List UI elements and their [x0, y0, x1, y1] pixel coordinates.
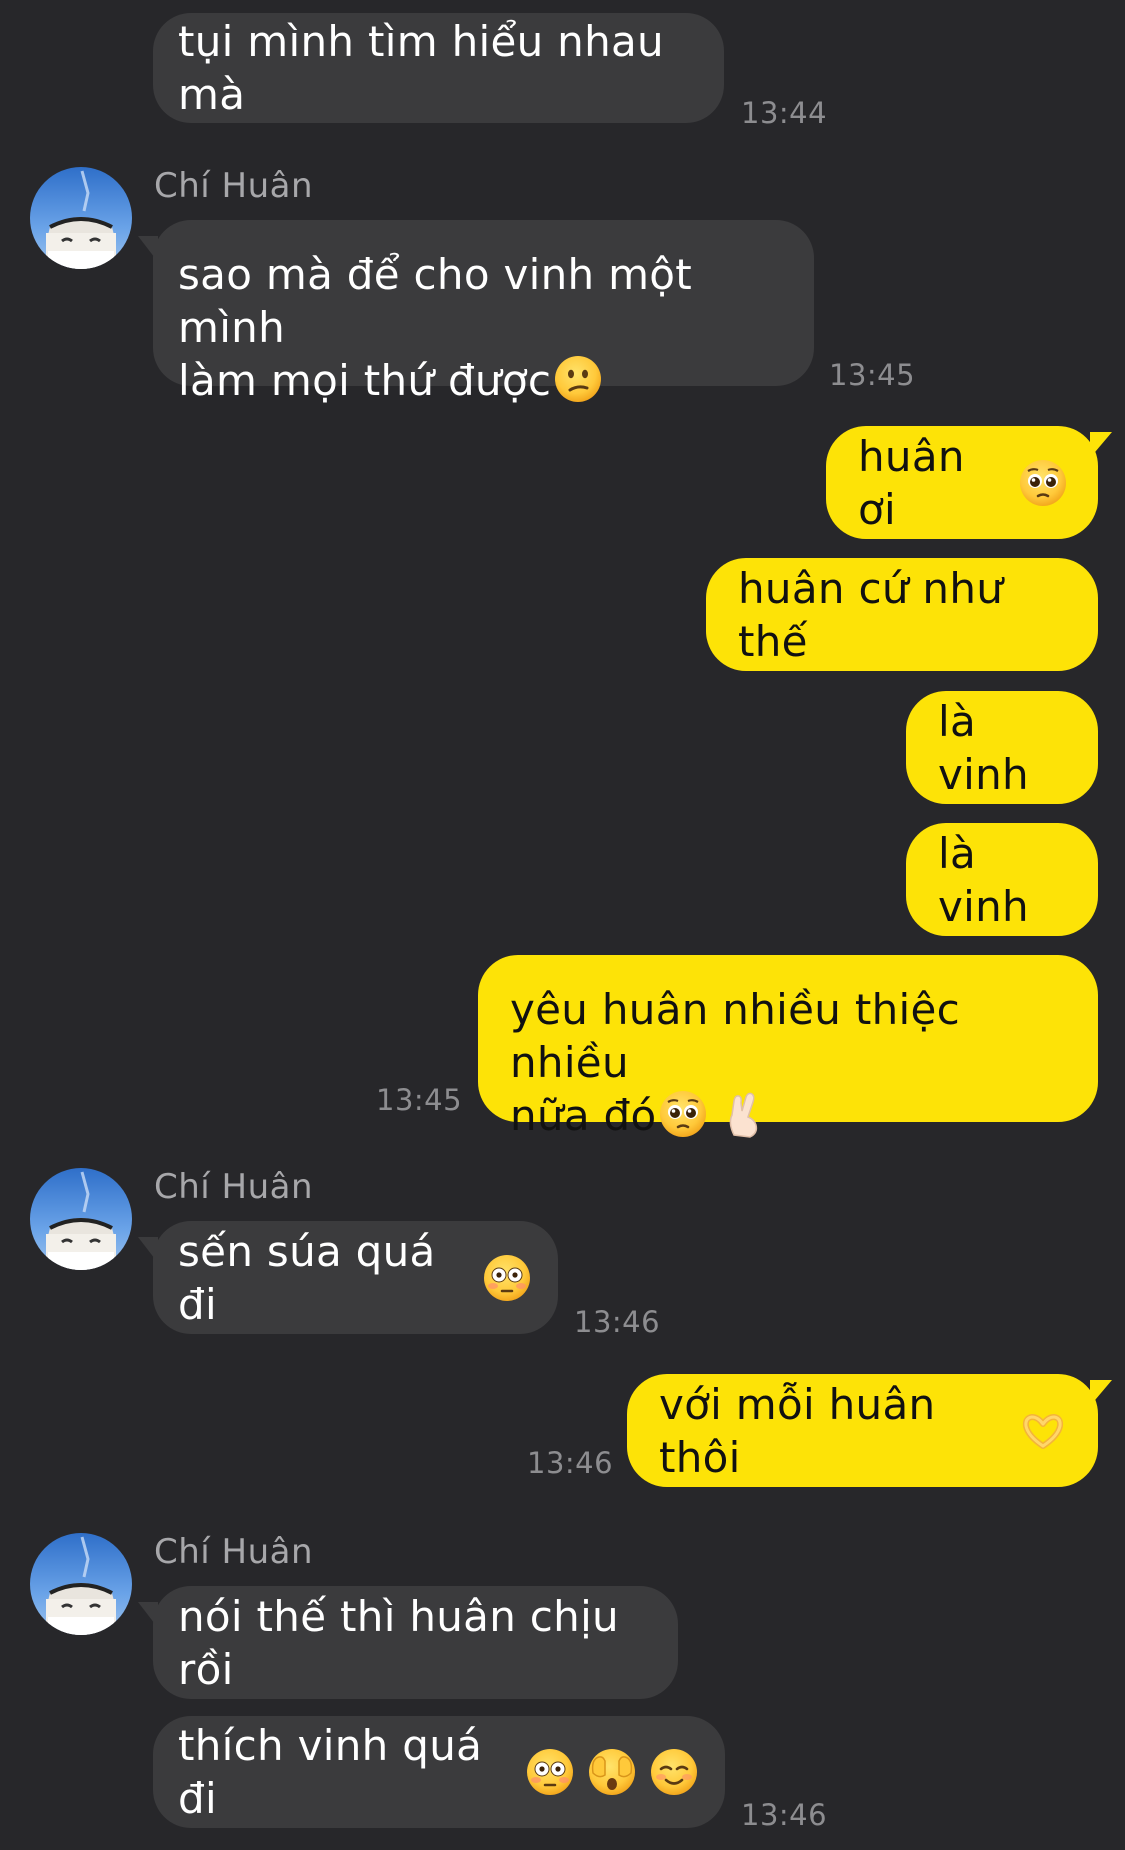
pleading-face-emoji [1018, 458, 1068, 508]
incoming-message-bubble[interactable]: tụi mình tìm hiểu nhau mà [153, 13, 724, 123]
message-text: thích vinh quá đi [178, 1721, 483, 1823]
message-timestamp: 13:46 [741, 1798, 828, 1832]
incoming-message-bubble[interactable]: sến súa quá đi [138, 1221, 558, 1334]
message-text: nói thế thì huân chịu rồi [178, 1591, 619, 1694]
outgoing-message-bubble[interactable]: yêu huân nhiều thiệc nhiều nữa đó [478, 955, 1098, 1140]
flushed-face-emoji [525, 1747, 575, 1797]
outgoing-message-bubble[interactable]: với mỗi huân thôi [627, 1374, 1112, 1487]
message-text: với mỗi huân thôi [659, 1379, 936, 1482]
message-timestamp: 13:44 [741, 96, 828, 130]
sender-name: Chí Huân [154, 166, 314, 206]
smiling-face-emoji [649, 1747, 699, 1797]
message-text: huân cứ như thế [738, 563, 1004, 666]
message-timestamp: 13:45 [376, 1083, 463, 1117]
contact-avatar[interactable] [30, 1533, 132, 1635]
message-text-line: sao mà để cho vinh một mình [178, 250, 693, 352]
incoming-message-bubble[interactable]: sao mà để cho vinh một mình làm mọi thứ … [138, 220, 814, 405]
bubble-tail [1090, 432, 1112, 458]
confused-face-emoji [553, 354, 603, 404]
message-text: huân ơi [858, 431, 965, 534]
message-text-line: yêu huân nhiều thiệc nhiều [510, 985, 961, 1087]
message-text-line: làm mọi thứ được [178, 356, 552, 405]
contact-avatar[interactable] [30, 1168, 132, 1270]
bubble-tail [138, 1602, 158, 1628]
outgoing-message-bubble[interactable]: huân ơi [826, 426, 1112, 539]
face-with-hand-over-eyes-emoji [587, 1747, 637, 1797]
outgoing-message-bubble[interactable]: là vinh [906, 691, 1098, 804]
bubble-tail [138, 236, 158, 262]
incoming-message-bubble[interactable]: thích vinh quá đi [153, 1716, 725, 1828]
pinching-hand-emoji [720, 1089, 770, 1139]
incoming-message-bubble[interactable]: nói thế thì huân chịu rồi [138, 1586, 678, 1699]
sender-name: Chí Huân [154, 1532, 314, 1572]
message-text: sến súa quá đi [178, 1226, 436, 1329]
bubble-tail [138, 1237, 158, 1263]
outgoing-message-bubble[interactable]: là vinh [906, 823, 1098, 936]
message-text: là vinh [938, 696, 1029, 799]
heart-hands-emoji [1018, 1406, 1068, 1456]
flushed-face-emoji [482, 1253, 532, 1303]
message-text: là vinh [938, 828, 1029, 931]
pleading-face-emoji [658, 1089, 708, 1139]
sender-name: Chí Huân [154, 1167, 314, 1207]
message-timestamp: 13:45 [829, 358, 916, 392]
message-text-line: nữa đó [510, 1091, 657, 1140]
bubble-tail [1090, 1380, 1112, 1406]
message-text: tụi mình tìm hiểu nhau mà [178, 17, 664, 119]
contact-avatar[interactable] [30, 167, 132, 269]
outgoing-message-bubble[interactable]: huân cứ như thế [706, 558, 1098, 671]
message-timestamp: 13:46 [527, 1446, 614, 1480]
message-timestamp: 13:46 [574, 1305, 661, 1339]
